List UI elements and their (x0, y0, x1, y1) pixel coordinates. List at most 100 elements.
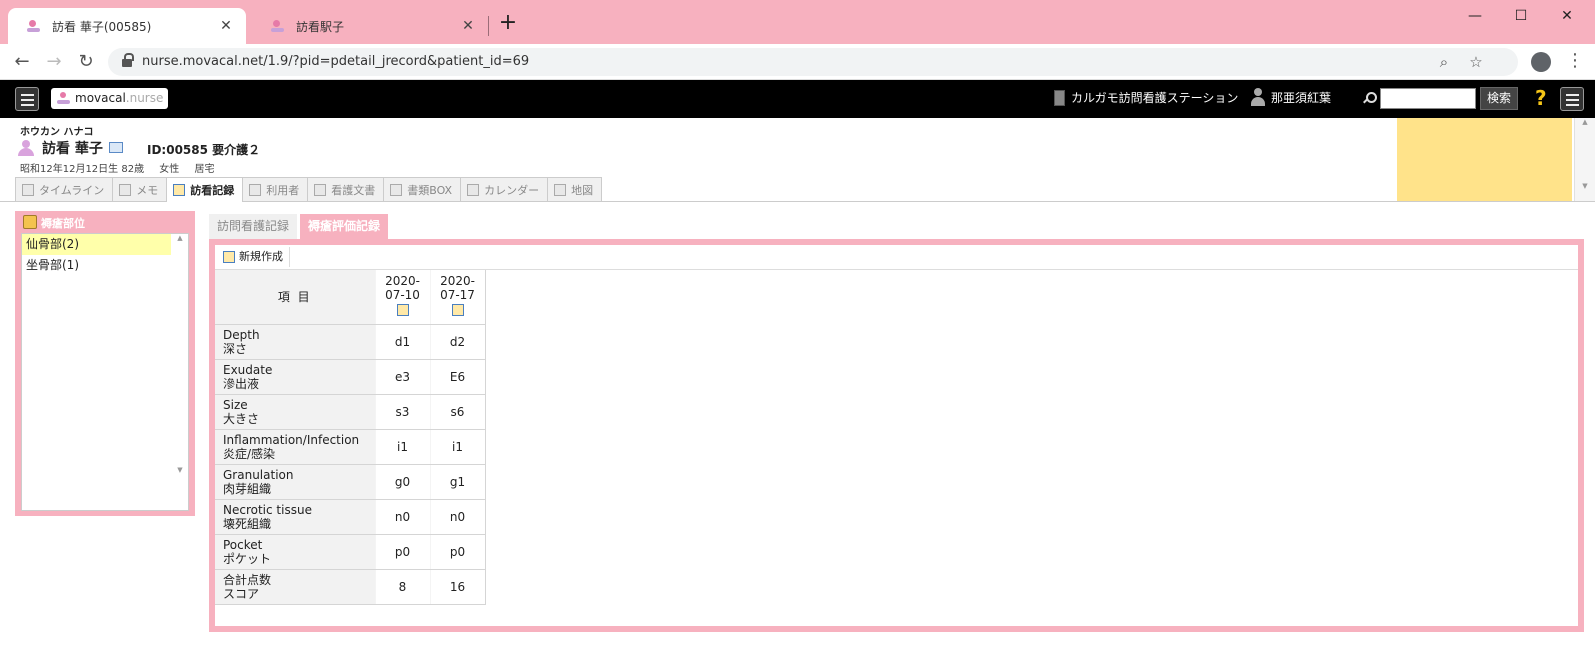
table-cell: d2 (429, 324, 486, 360)
logged-in-user: 那亜須紅葉 (1271, 91, 1332, 105)
minimize-button[interactable]: — (1452, 4, 1498, 28)
table-cell: s6 (429, 394, 486, 430)
tab-timeline[interactable]: タイムライン (15, 177, 114, 201)
table-cell: n0 (429, 499, 486, 535)
app-logo[interactable]: movacal.nurse (51, 88, 168, 109)
row-label-ja: ポケット (223, 551, 272, 566)
forward-arrow-icon[interactable]: → (42, 50, 66, 74)
table-cell: 16 (429, 569, 486, 605)
back-arrow-icon[interactable]: ← (10, 50, 34, 74)
browser-tab-inactive[interactable]: 訪看駅子 ✕ (252, 8, 488, 44)
tab-doc-box[interactable]: 書類BOX (383, 177, 462, 201)
memo-scrollbar[interactable]: ▲ ▼ (1574, 118, 1595, 201)
tab-pressure-ulcer-evaluation[interactable]: 褥瘡評価記録 (300, 214, 389, 239)
table-cell: p0 (429, 534, 486, 570)
list-item[interactable]: 坐骨部(1) (22, 255, 171, 276)
row-label: Exudate 滲出液 (215, 359, 375, 395)
tab-label: 地図 (571, 183, 594, 197)
memo-note-area[interactable] (1397, 118, 1572, 201)
date-line1: 2020- (440, 274, 475, 289)
new-record-icon (223, 251, 235, 263)
row-label-ja: 滲出液 (223, 376, 260, 391)
table-cell: 8 (374, 569, 430, 605)
row-label-en: Necrotic tissue (223, 502, 312, 517)
table-row: Exudate 滲出液 e3 E6 (215, 359, 486, 395)
patient-residence: 居宅 (194, 164, 215, 175)
tab-calendar[interactable]: カレンダー (460, 177, 549, 201)
tab-label: タイムライン (39, 183, 105, 197)
tab-nursing-docs[interactable]: 看護文書 (307, 177, 385, 201)
row-label-en: Depth (223, 327, 260, 342)
lock-icon (122, 53, 134, 68)
row-label-en: 合計点数 (223, 572, 272, 587)
search-button[interactable]: 検索 (1480, 87, 1518, 110)
evaluation-table: 項 目 2020- 07-10 2020- 07-17 Depth 深さ d1 d… (215, 270, 486, 605)
movacal-favicon-icon (270, 18, 286, 34)
station-name: カルガモ訪問看護ステーション (1071, 91, 1239, 105)
wound-site-title: 褥瘡部位 (23, 215, 85, 231)
close-icon[interactable]: ✕ (218, 18, 234, 34)
table-cell: E6 (429, 359, 486, 395)
new-record-button[interactable]: 新規作成 (217, 247, 290, 267)
date-line2: 07-10 (385, 288, 420, 303)
table-cell: s3 (374, 394, 430, 430)
close-icon[interactable]: ✕ (460, 18, 476, 34)
patient-search-input[interactable] (1380, 88, 1476, 109)
column-header-date: 2020- 07-10 (374, 270, 430, 325)
logo-main-text: movacal (75, 91, 126, 105)
movacal-logo-icon (57, 91, 71, 105)
evaluation-toolbar: 新規作成 (215, 245, 1578, 270)
patient-birth: 昭和12年12月12日生 82歳 (20, 164, 145, 175)
patient-info: 昭和12年12月12日生 82歳 女性 居宅 (20, 160, 226, 175)
edit-icon[interactable] (451, 304, 464, 317)
help-icon[interactable]: ? (1535, 86, 1547, 110)
browser-tab-title: 訪看駅子 (296, 19, 345, 34)
map-icon (554, 183, 567, 196)
tab-memo[interactable]: メモ (112, 177, 168, 201)
bookmark-star-icon[interactable]: ☆ (1466, 52, 1486, 72)
table-row: Granulation 肉芽組織 g0 g1 (215, 464, 486, 500)
maximize-button[interactable]: ☐ (1498, 4, 1544, 28)
app-header: movacal.nurse カルガモ訪問看護ステーション 那亜須紅葉 検索 ? (0, 80, 1595, 118)
profile-avatar-icon[interactable] (1531, 52, 1551, 72)
edit-icon[interactable] (396, 304, 409, 317)
reload-icon[interactable]: ↻ (74, 50, 98, 74)
tab-label: 利用者 (266, 183, 300, 197)
search-icon (1363, 92, 1377, 104)
list-scrollbar[interactable]: ▲ ▼ (172, 234, 188, 510)
url-field[interactable]: nurse.movacal.net/1.9/?pid=pdetail_jreco… (108, 48, 1518, 76)
url-text: nurse.movacal.net/1.9/?pid=pdetail_jreco… (142, 54, 530, 69)
list-item[interactable]: 仙骨部(2) (22, 234, 171, 255)
tab-visit-nursing-record[interactable]: 訪問看護記録 (209, 214, 298, 239)
table-row: Depth 深さ d1 d2 (215, 324, 486, 360)
row-label-en: Pocket (223, 537, 263, 552)
browser-tab-active[interactable]: 訪看 華子(00585) ✕ (8, 8, 246, 44)
row-label-ja: スコア (223, 586, 260, 601)
column-header-item: 項 目 (215, 270, 375, 325)
tab-map[interactable]: 地図 (547, 177, 603, 201)
browser-tab-bar: 訪看 華子(00585) ✕ 訪看駅子 ✕ + — ☐ ✕ (0, 0, 1595, 44)
main-menu-icon[interactable] (15, 87, 39, 111)
settings-menu-icon[interactable] (1560, 87, 1584, 111)
browser-menu-icon[interactable]: ⋮ (1566, 50, 1584, 71)
column-header-date: 2020- 07-17 (429, 270, 486, 325)
patient-header: ホウカン ハナコ 訪看 華子 ID:00585 要介護２ 昭和12年12月12日… (0, 118, 1595, 202)
document-icon (314, 183, 327, 196)
row-label: Inflammation/Infection 炎症/感染 (215, 429, 375, 465)
record-sub-tabs: 訪問看護記録 褥瘡評価記録 (209, 214, 391, 239)
window-card-icon[interactable] (109, 142, 123, 153)
zoom-icon[interactable]: ⌕ (1434, 52, 1454, 72)
row-label: Size 大きさ (215, 394, 375, 430)
tab-user[interactable]: 利用者 (242, 177, 309, 201)
row-label-ja: 深さ (223, 341, 248, 356)
building-icon (1054, 90, 1065, 106)
row-label-ja: 炎症/感染 (223, 446, 276, 461)
table-cell: i1 (374, 429, 430, 465)
tab-label: 書類BOX (407, 183, 453, 197)
table-row: Necrotic tissue 壊死組織 n0 n0 (215, 499, 486, 535)
window-close-button[interactable]: ✕ (1544, 4, 1590, 28)
table-cell: p0 (374, 534, 430, 570)
new-tab-button[interactable]: + (496, 12, 520, 36)
user-icon (1250, 88, 1266, 106)
tab-visit-record[interactable]: 訪看記録 (166, 177, 244, 202)
